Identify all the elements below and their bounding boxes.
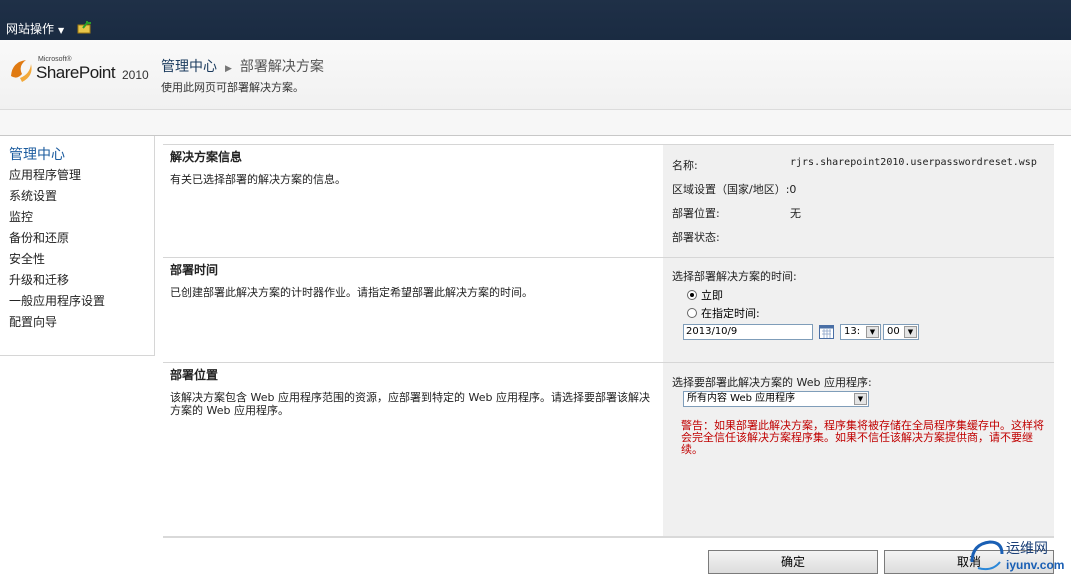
dropdown-arrow-icon[interactable]: ▼ [866, 326, 879, 338]
field-locale: 区域设置（国家/地区）:0 [672, 181, 796, 197]
nav-item-backup-restore[interactable]: 备份和还原 [9, 229, 69, 246]
location-prompt: 选择要部署此解决方案的 Web 应用程序: [672, 376, 872, 389]
sharepoint-logo-icon [11, 60, 32, 82]
section-desc: 有关已选择部署的解决方案的信息。 [170, 173, 346, 186]
section-title: 解决方案信息 [170, 150, 243, 164]
watermark: 运维网 iyunv.com [968, 530, 1068, 578]
logo-year: 2010 [122, 68, 149, 82]
radio-specified-time[interactable]: 在指定时间: [687, 305, 760, 321]
top-bar: 网站操作 ▼ [0, 0, 1071, 40]
section-info-description: 解决方案信息 有关已选择部署的解决方案的信息。 [163, 145, 663, 257]
warning-text: 警告：如果部署此解决方案，程序集将被存储在全局程序集缓存中。这样将会完全信任该解… [681, 419, 1044, 456]
web-application-value: 所有内容 Web 应用程序 [687, 393, 796, 404]
nav-item-application-management[interactable]: 应用程序管理 [9, 166, 81, 183]
calendar-icon[interactable] [819, 324, 834, 339]
web-application-select[interactable]: 所有内容 Web 应用程序 ▼ [683, 391, 869, 407]
radio-label: 在指定时间: [701, 307, 760, 320]
field-label: 部署位置: [672, 207, 720, 220]
time-prompt: 选择部署解决方案的时间: [672, 270, 797, 283]
date-input[interactable]: 2013/10/9 [683, 324, 813, 340]
field-location: 部署位置: 无 [672, 205, 801, 221]
radio-now[interactable]: 立即 [687, 287, 723, 303]
dropdown-arrow-icon[interactable]: ▼ [854, 393, 867, 405]
breadcrumb-home[interactable]: 管理中心 [161, 59, 217, 75]
dropdown-arrow-icon[interactable]: ▼ [904, 326, 917, 338]
section-deploy-location: 部署位置 该解决方案包含 Web 应用程序范围的资源，应部署到特定的 Web 应… [163, 362, 1054, 536]
chevron-right-icon: ▶ [225, 64, 232, 74]
nav-item-monitoring[interactable]: 监控 [9, 208, 33, 225]
locale-value: 0 [789, 183, 797, 196]
page-title: 部署解决方案 [239, 59, 324, 75]
watermark-logo-icon [970, 540, 1004, 571]
nav-item-security[interactable]: 安全性 [9, 250, 45, 267]
minute-select[interactable]: 00 ▼ [883, 324, 919, 340]
section-deploy-time: 部署时间 已创建部署此解决方案的计时器作业。请指定希望部署此解决方案的时间。 选… [163, 257, 1054, 362]
section-desc: 该解决方案包含 Web 应用程序范围的资源，应部署到特定的 Web 应用程序。请… [170, 391, 650, 417]
left-navigation: 管理中心 应用程序管理 系统设置 监控 备份和还原 安全性 升级和迁移 一般应用… [0, 136, 155, 356]
nav-heading-central-admin[interactable]: 管理中心 [9, 144, 65, 164]
location-value: 无 [790, 207, 801, 220]
nav-item-upgrade-migration[interactable]: 升级和迁移 [9, 271, 69, 288]
section-time-fields: 选择部署解决方案的时间: 立即 在指定时间: 2013/10/9 13: ▼ 0… [663, 258, 1054, 362]
logo-microsoft: Microsoft® [38, 56, 72, 63]
solution-name-value: rjrs.sharepoint2010.userpasswordreset.ws… [790, 157, 1037, 168]
sub-toolbar [0, 110, 1071, 136]
watermark-text: 运维网 [1006, 541, 1048, 557]
nav-item-config-wizards[interactable]: 配置向导 [9, 313, 57, 330]
field-status: 部署状态: [672, 229, 720, 245]
navigate-up-icon[interactable] [77, 20, 93, 34]
section-title: 部署位置 [170, 368, 219, 382]
minute-value: 00 [887, 326, 900, 337]
sharepoint-logo: Microsoft® SharePoint 2010 [8, 54, 158, 98]
section-location-description: 部署位置 该解决方案包含 Web 应用程序范围的资源，应部署到特定的 Web 应… [163, 363, 663, 536]
site-actions-label: 网站操作 [6, 22, 55, 36]
section-title: 部署时间 [170, 263, 219, 277]
site-actions-menu[interactable]: 网站操作 ▼ [6, 20, 64, 37]
nav-item-system-settings[interactable]: 系统设置 [9, 187, 57, 204]
page-description: 使用此网页可部署解决方案。 [161, 81, 304, 94]
field-name: 名称: rjrs.sharepoint2010.userpasswordrese… [672, 157, 1037, 173]
watermark-url: iyunv.com [1006, 558, 1065, 572]
hour-value: 13: [844, 326, 861, 337]
breadcrumb: 管理中心 ▶ 部署解决方案 [161, 56, 324, 76]
section-info-fields: 名称: rjrs.sharepoint2010.userpasswordrese… [663, 145, 1054, 257]
section-time-description: 部署时间 已创建部署此解决方案的计时器作业。请指定希望部署此解决方案的时间。 [163, 258, 663, 362]
nav-item-general-app-settings[interactable]: 一般应用程序设置 [9, 292, 105, 309]
ok-button[interactable]: 确定 [708, 550, 878, 574]
radio-selected-icon[interactable] [687, 290, 697, 300]
field-label: 区域设置（国家/地区）: [672, 183, 790, 196]
section-solution-info: 解决方案信息 有关已选择部署的解决方案的信息。 名称: rjrs.sharepo… [163, 144, 1054, 257]
chevron-down-icon: ▼ [58, 26, 65, 35]
radio-label: 立即 [701, 289, 723, 302]
radio-unselected-icon[interactable] [687, 308, 697, 318]
section-desc: 已创建部署此解决方案的计时器作业。请指定希望部署此解决方案的时间。 [170, 286, 533, 299]
field-label: 名称: [672, 159, 698, 172]
field-label: 部署状态: [672, 231, 720, 244]
bottom-divider [163, 536, 1054, 538]
hour-select[interactable]: 13: ▼ [840, 324, 881, 340]
section-location-fields: 选择要部署此解决方案的 Web 应用程序: 所有内容 Web 应用程序 ▼ 警告… [663, 363, 1054, 536]
page-header: Microsoft® SharePoint 2010 管理中心 ▶ 部署解决方案 使… [0, 40, 1071, 110]
logo-product: SharePoint [36, 63, 116, 82]
